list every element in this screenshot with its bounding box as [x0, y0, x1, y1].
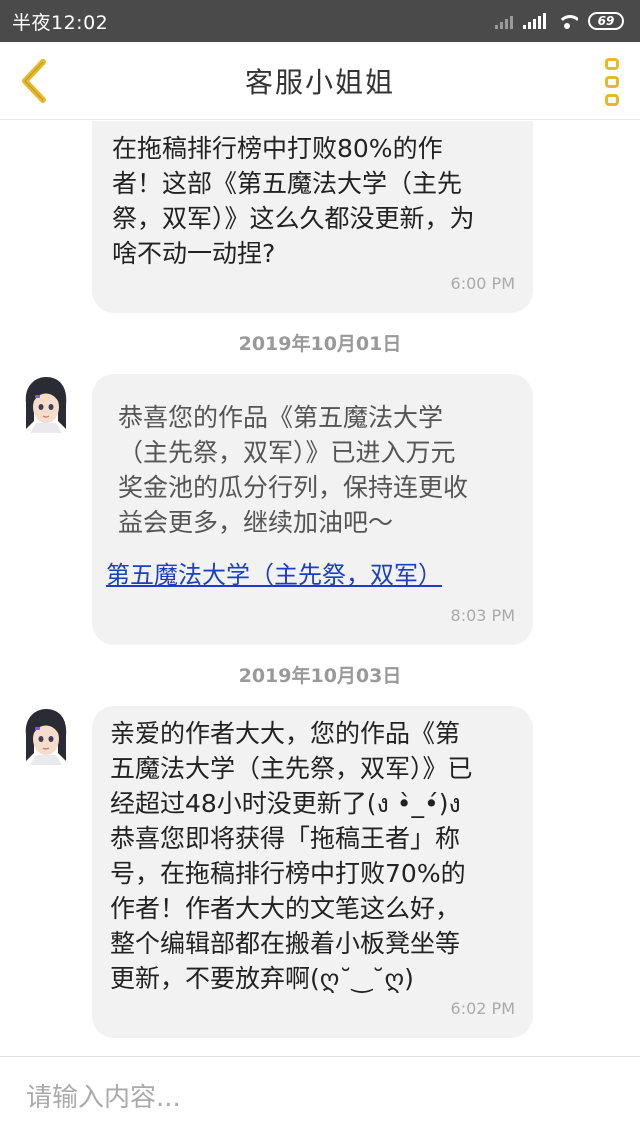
- message-bubble: 恭喜您的作品《第五魔法大学 （主先祭，双军）》已进入万元 奖金池的瓜分行列，保持…: [92, 374, 533, 645]
- work-link[interactable]: 第五魔法大学（主先祭，双军）: [106, 558, 519, 593]
- more-button[interactable]: [602, 58, 622, 106]
- agent-avatar-icon: [25, 377, 67, 433]
- avatar[interactable]: [22, 709, 70, 765]
- message-time: 8:03 PM: [450, 606, 515, 625]
- status-time: 半夜12:02: [12, 11, 109, 34]
- signal-icon-secondary: [495, 13, 513, 29]
- message-time: 6:02 PM: [450, 999, 515, 1018]
- message-text: 恭喜您的作品《第五魔法大学 （主先祭，双军）》已进入万元 奖金池的瓜分行列，保持…: [118, 403, 469, 537]
- back-button[interactable]: [12, 56, 56, 106]
- message-input-bar: [0, 1056, 640, 1138]
- message-text: 亲爱的作者大大，您的作品《第 五魔法大学（主先祭，双军）》已 经超过48小时没更…: [110, 719, 473, 993]
- date-separator: 2019年10月03日: [238, 665, 402, 687]
- message-input[interactable]: [26, 1082, 606, 1113]
- signal-icon: [523, 13, 546, 29]
- more-dot-icon: [605, 76, 619, 88]
- status-bar: 半夜12:02 69: [0, 0, 640, 42]
- agent-avatar-icon: [25, 709, 67, 765]
- message-bubble: 在拖稿排行榜中打败80%的作 者！这部《第五魔法大学（主先 祭，双军）》这么久都…: [92, 121, 533, 313]
- status-icons: 69: [495, 12, 624, 30]
- more-dot-icon: [605, 94, 619, 106]
- message-time: 6:00 PM: [450, 274, 515, 293]
- battery-icon: 69: [588, 12, 624, 30]
- wifi-icon: [556, 13, 578, 29]
- page-title: 客服小姐姐: [244, 65, 395, 99]
- date-separator: 2019年10月01日: [238, 333, 402, 355]
- chat-header: 客服小姐姐: [0, 42, 640, 120]
- message-bubble: 亲爱的作者大大，您的作品《第 五魔法大学（主先祭，双军）》已 经超过48小时没更…: [92, 706, 533, 1038]
- chevron-left-icon: [22, 59, 46, 103]
- more-dot-icon: [605, 58, 619, 70]
- chat-list[interactable]: 在拖稿排行榜中打败80%的作 者！这部《第五魔法大学（主先 祭，双军）》这么久都…: [0, 121, 640, 1055]
- avatar[interactable]: [22, 377, 70, 433]
- message-text: 在拖稿排行榜中打败80%的作 者！这部《第五魔法大学（主先 祭，双军）》这么久都…: [112, 134, 475, 268]
